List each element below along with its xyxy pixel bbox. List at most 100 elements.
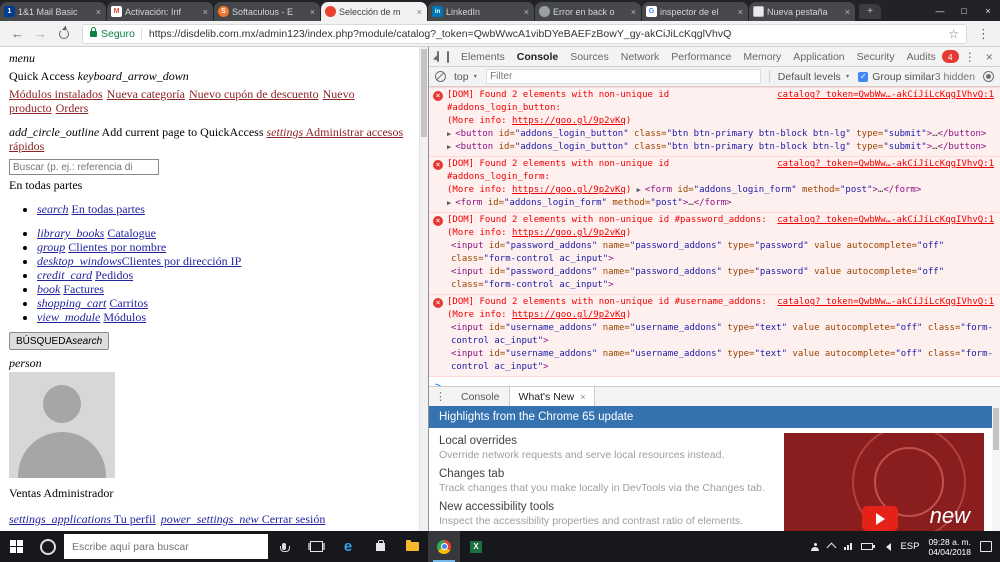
link-modulos-instalados[interactable]: Módulos instalados	[9, 87, 103, 101]
console-filter-input[interactable]	[486, 69, 761, 84]
more-info-link[interactable]: https://goo.gl/9p2vKq	[512, 228, 626, 238]
cortana-button[interactable]	[32, 531, 64, 562]
source-link[interactable]: catalog?_token=QwbWw…-akCíJíLcKqgIVhvQ:1	[777, 214, 994, 227]
device-toolbar-icon[interactable]	[447, 51, 449, 63]
tab-close-icon[interactable]: ×	[309, 7, 316, 17]
security-label[interactable]: Seguro	[101, 28, 135, 40]
tab-close-icon[interactable]: ×	[202, 7, 209, 17]
page-scrollbar[interactable]	[419, 47, 428, 531]
tab-close-icon[interactable]: ×	[844, 7, 851, 17]
scope-everywhere-link[interactable]: searchEn todas partes	[37, 202, 145, 216]
network-icon[interactable]	[844, 543, 852, 550]
video-thumbnail[interactable]: new	[784, 433, 984, 531]
section-title[interactable]: Local overrides	[439, 435, 769, 447]
tab-application[interactable]: Application	[787, 51, 850, 63]
youtube-play-icon[interactable]	[862, 506, 898, 531]
drawer-tab-close-icon[interactable]: ×	[580, 392, 585, 402]
expand-arrow-icon[interactable]: ▶	[637, 186, 641, 194]
element-preview[interactable]: <input id="password_addons" name="passwo…	[451, 241, 944, 264]
scope-orders-link[interactable]: credit_cardPedidos	[37, 268, 133, 282]
scope-invoices-link[interactable]: bookFactures	[37, 282, 104, 296]
more-info-link[interactable]: https://goo.gl/9p2vKq	[512, 116, 626, 126]
store-button[interactable]	[364, 531, 396, 562]
scope-carts-link[interactable]: shopping_cartCarritos	[37, 296, 148, 310]
chrome-button[interactable]	[428, 531, 460, 562]
edge-button[interactable]: e	[332, 531, 364, 562]
clear-console-icon[interactable]	[435, 71, 446, 82]
forward-icon[interactable]: →	[34, 27, 47, 40]
hidden-messages-count[interactable]: 3 hidden	[935, 71, 975, 83]
link-orders[interactable]: Orders	[56, 101, 89, 115]
tab-close-icon[interactable]: ×	[630, 7, 637, 17]
section-title[interactable]: Changes tab	[439, 468, 769, 480]
tab-security[interactable]: Security	[851, 51, 901, 63]
element-preview[interactable]: <input id="username_addons" name="userna…	[451, 349, 993, 372]
drawer-tab-whats-new[interactable]: What's New×	[509, 387, 596, 406]
url-text[interactable]: https://disdelib.com.mx/admin123/index.p…	[149, 28, 942, 40]
close-window-button[interactable]: ×	[976, 0, 1000, 21]
tab-close-icon[interactable]: ×	[416, 7, 423, 17]
clock[interactable]: 09:28 a. m. 04/04/2018	[928, 537, 971, 557]
browser-tab-error[interactable]: Error en back o ×	[535, 2, 641, 21]
tab-performance[interactable]: Performance	[665, 51, 737, 63]
inspect-element-icon[interactable]	[437, 51, 439, 62]
expand-arrow-icon[interactable]: ▶	[447, 143, 451, 151]
reload-icon[interactable]	[59, 29, 69, 39]
task-view-button[interactable]	[300, 531, 332, 562]
scrollbar-thumb[interactable]	[421, 49, 427, 137]
hidden-icons-chevron-icon[interactable]	[827, 543, 837, 553]
scope-customers-ip-link[interactable]: desktop_windowsClientes por dirección IP	[37, 254, 241, 268]
address-bar[interactable]: Seguro https://disdelib.com.mx/admin123/…	[82, 24, 967, 44]
whats-new-scrollbar[interactable]	[992, 406, 1000, 531]
drawer-tab-console[interactable]: Console	[452, 387, 509, 406]
element-preview[interactable]: <button id="addons_login_button" class="…	[455, 129, 986, 139]
tab-close-icon[interactable]: ×	[737, 7, 744, 17]
maximize-button[interactable]: □	[952, 0, 976, 21]
tab-memory[interactable]: Memory	[737, 51, 787, 63]
log-levels-selector[interactable]: Default levels ▼	[778, 71, 850, 83]
browser-tab-newtab[interactable]: Nueva pestaña ×	[749, 2, 855, 21]
search-button[interactable]: BÚSQUEDAsearch	[9, 332, 109, 350]
element-preview[interactable]: <input id="username_addons" name="userna…	[451, 323, 993, 346]
section-title[interactable]: New accessibility tools	[439, 501, 769, 513]
browser-tab-gmail[interactable]: M Activación: Inf ×	[107, 2, 213, 21]
new-tab-button[interactable]: +	[859, 4, 881, 19]
drawer-menu-icon[interactable]: ⋮	[435, 390, 446, 403]
source-link[interactable]: catalog?_token=QwbWw…-akCíJíLcKqgIVhvQ:1	[777, 158, 994, 171]
start-button[interactable]	[0, 531, 32, 562]
group-similar-checkbox[interactable]: ✓	[858, 72, 868, 82]
browser-tab-softaculous[interactable]: S Softaculous - E ×	[214, 2, 320, 21]
tab-console[interactable]: Console	[511, 51, 564, 63]
add-page-label[interactable]: Add current page to QuickAccess	[99, 125, 266, 139]
battery-icon[interactable]	[861, 543, 873, 550]
source-link[interactable]: catalog?_token=QwbWw…-akCíJíLcKqgIVhvQ:1	[777, 296, 994, 309]
file-explorer-button[interactable]	[396, 531, 428, 562]
notification-center-icon[interactable]	[980, 541, 992, 552]
logout-link[interactable]: power_settings_new Cerrar sesión	[161, 512, 326, 526]
browser-tab-google[interactable]: G inspector de el ×	[642, 2, 748, 21]
link-nueva-categoria[interactable]: Nueva categoría	[107, 87, 185, 101]
tab-close-icon[interactable]: ×	[523, 7, 530, 17]
devtools-close-icon[interactable]: ×	[986, 51, 993, 63]
excel-button[interactable]: X	[460, 531, 492, 562]
microphone-button[interactable]	[268, 531, 300, 562]
browser-tab-active[interactable]: Selección de m ×	[321, 2, 427, 21]
expand-arrow-icon[interactable]: ▶	[447, 199, 451, 207]
tab-network[interactable]: Network	[615, 51, 666, 63]
browser-tab-mail[interactable]: 1 1&1 Mail Basic ×	[0, 2, 106, 21]
more-info-link[interactable]: https://goo.gl/9p2vKq	[512, 310, 626, 320]
scope-catalogue-link[interactable]: library_booksCatalogue	[37, 226, 156, 240]
back-icon[interactable]: ←	[11, 27, 24, 40]
menu-icon-text[interactable]: menu	[9, 51, 410, 65]
scope-modules-link[interactable]: view_moduleMódulos	[37, 310, 146, 324]
scrollbar-thumb[interactable]	[993, 408, 999, 450]
tab-audits[interactable]: Audits	[901, 51, 942, 63]
more-info-link[interactable]: https://goo.gl/9p2vKq	[512, 185, 626, 195]
devtools-menu-icon[interactable]: ⋮	[964, 51, 976, 63]
link-nuevo-cupon[interactable]: Nuevo cupón de descuento	[189, 87, 319, 101]
expand-arrow-icon[interactable]: ▶	[447, 130, 451, 138]
element-preview[interactable]: <form id="addons_login_form" method="pos…	[645, 185, 921, 195]
quick-access-header[interactable]: Quick Access keyboard_arrow_down	[9, 69, 410, 83]
profile-link[interactable]: settings_applications Tu perfil	[9, 512, 156, 526]
error-count-badge[interactable]: 4	[942, 50, 959, 63]
